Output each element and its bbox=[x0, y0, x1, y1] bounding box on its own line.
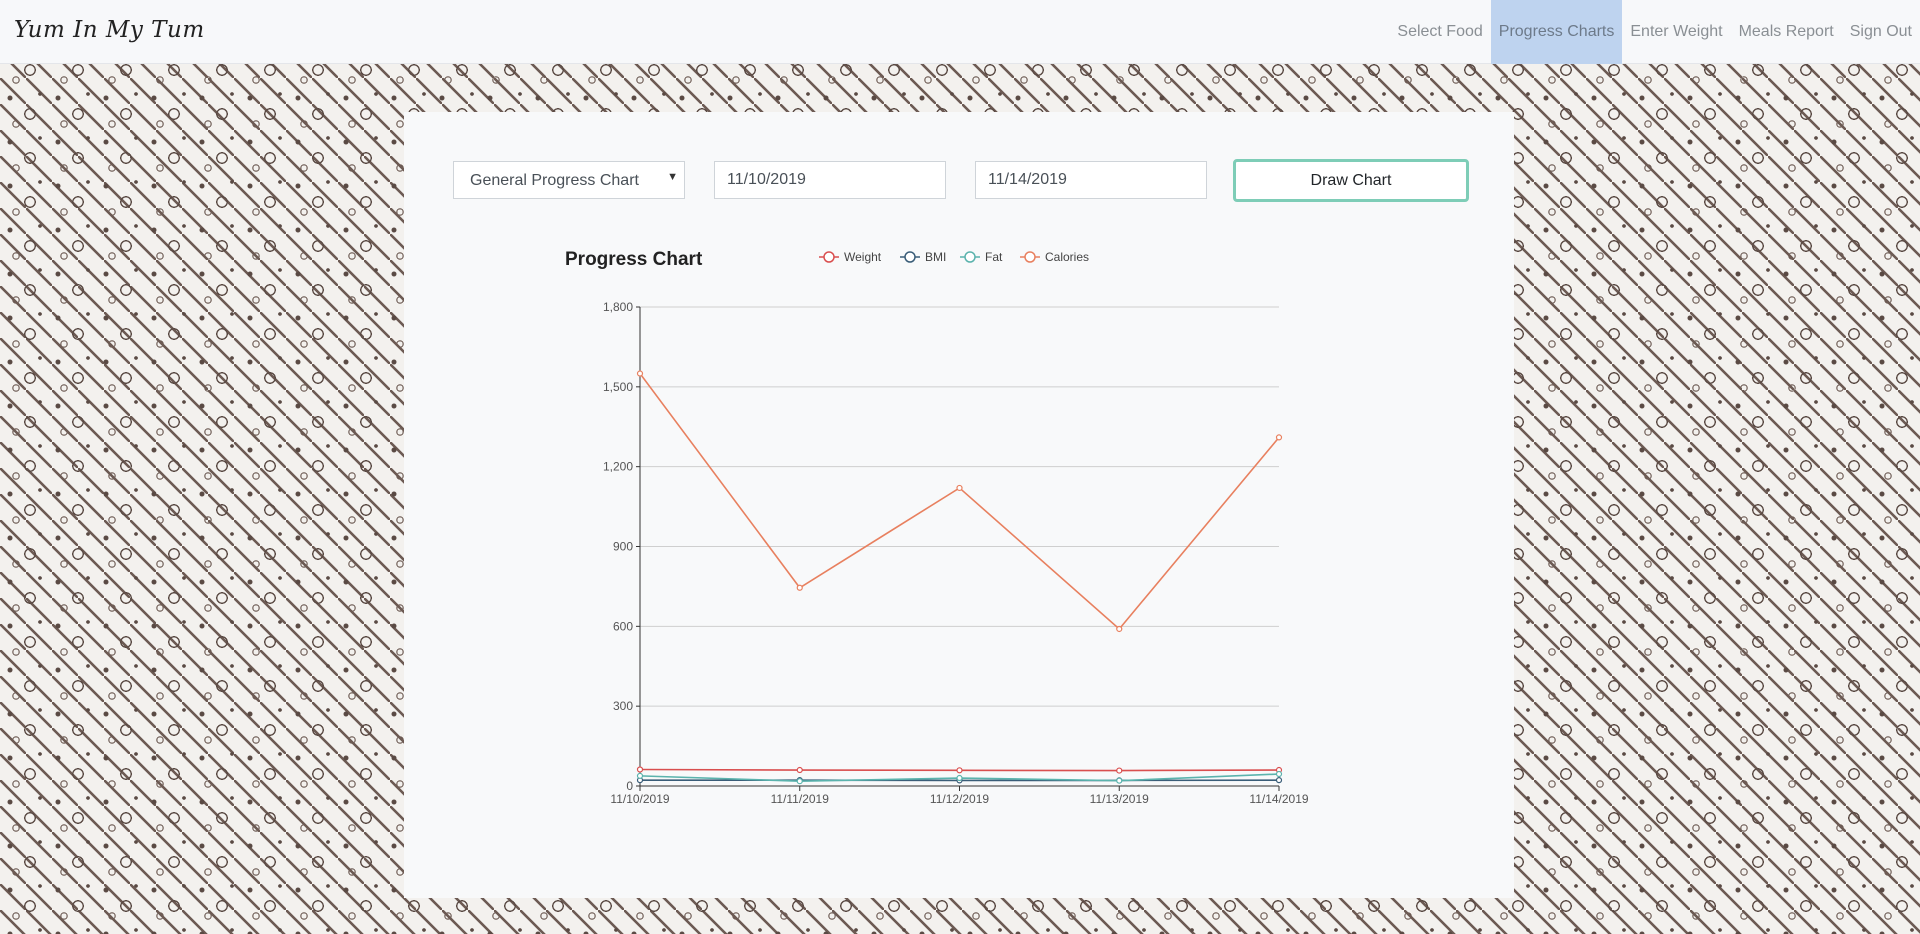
legend-marker-calories bbox=[1024, 251, 1036, 263]
x-tick-label: 11/14/2019 bbox=[1249, 792, 1308, 806]
nav-sign-out[interactable]: Sign Out bbox=[1842, 0, 1920, 64]
chart-grid bbox=[640, 306, 1279, 707]
x-tick-label: 11/11/2019 bbox=[771, 792, 830, 806]
data-point-calories bbox=[796, 584, 803, 591]
legend-marker-bmi bbox=[904, 251, 916, 263]
data-point-weight bbox=[636, 766, 644, 773]
chart-title: Progress Chart bbox=[565, 249, 703, 270]
chart-series bbox=[636, 370, 1283, 785]
data-point-calories bbox=[636, 370, 644, 377]
y-tick-label: 1,800 bbox=[603, 300, 633, 314]
x-tick-label: 11/13/2019 bbox=[1090, 792, 1149, 806]
data-point-weight bbox=[796, 766, 803, 774]
legend-marker-fat bbox=[964, 251, 976, 263]
data-point-weight bbox=[1116, 767, 1123, 774]
legend-label-bmi: BMI bbox=[925, 250, 946, 264]
data-point-calories bbox=[956, 484, 963, 492]
nav-enter-weight[interactable]: Enter Weight bbox=[1622, 0, 1730, 64]
y-tick-label: 1,500 bbox=[603, 380, 633, 394]
y-tick-label: 1,200 bbox=[603, 460, 633, 474]
nav-meals-report[interactable]: Meals Report bbox=[1731, 0, 1842, 64]
data-point-calories bbox=[1116, 625, 1123, 633]
legend-label-calories: Calories bbox=[1045, 250, 1089, 264]
chart-axes: 0 300 600 900 1,200 1,500 1,800 11/10/2019 11/11… bbox=[603, 300, 1309, 806]
y-tick-label: 300 bbox=[613, 699, 633, 713]
progress-chart: Progress Chart Weight BMI Fat Calories 0 300… bbox=[565, 249, 1309, 806]
x-tick-label: 11/10/2019 bbox=[610, 792, 669, 806]
data-point-calories bbox=[1275, 434, 1283, 441]
data-point-fat bbox=[956, 774, 963, 782]
data-point-fat bbox=[1116, 777, 1123, 784]
data-point-weight bbox=[956, 767, 963, 774]
navbar: Yum In My Tum Select Food Progress Chart… bbox=[0, 0, 1920, 64]
legend-marker-weight bbox=[823, 251, 835, 263]
chart-legend: Weight BMI Fat Calories bbox=[819, 250, 1089, 264]
series-line-calories bbox=[639, 373, 1280, 631]
nav-select-food[interactable]: Select Food bbox=[1389, 0, 1490, 64]
y-tick-label: 900 bbox=[613, 540, 633, 554]
nav-progress-charts[interactable]: Progress Charts bbox=[1490, 0, 1623, 64]
data-point-bmi bbox=[1275, 777, 1283, 784]
legend-label-fat: Fat bbox=[985, 250, 1003, 264]
y-tick-label: 0 bbox=[626, 779, 633, 793]
data-point-fat bbox=[636, 772, 644, 779]
x-tick-label: 11/12/2019 bbox=[930, 792, 989, 806]
legend-label-weight: Weight bbox=[844, 250, 882, 264]
data-point-fat bbox=[796, 778, 803, 785]
brand-logo[interactable]: Yum In My Tum bbox=[14, 17, 205, 43]
data-point-fat bbox=[1275, 770, 1283, 778]
chart-panel: General Progress Chart ▼ Draw Chart Prog… bbox=[404, 112, 1514, 898]
y-tick-label: 600 bbox=[613, 619, 633, 633]
nav-links: Select Food Progress Charts Enter Weight… bbox=[1389, 0, 1920, 64]
